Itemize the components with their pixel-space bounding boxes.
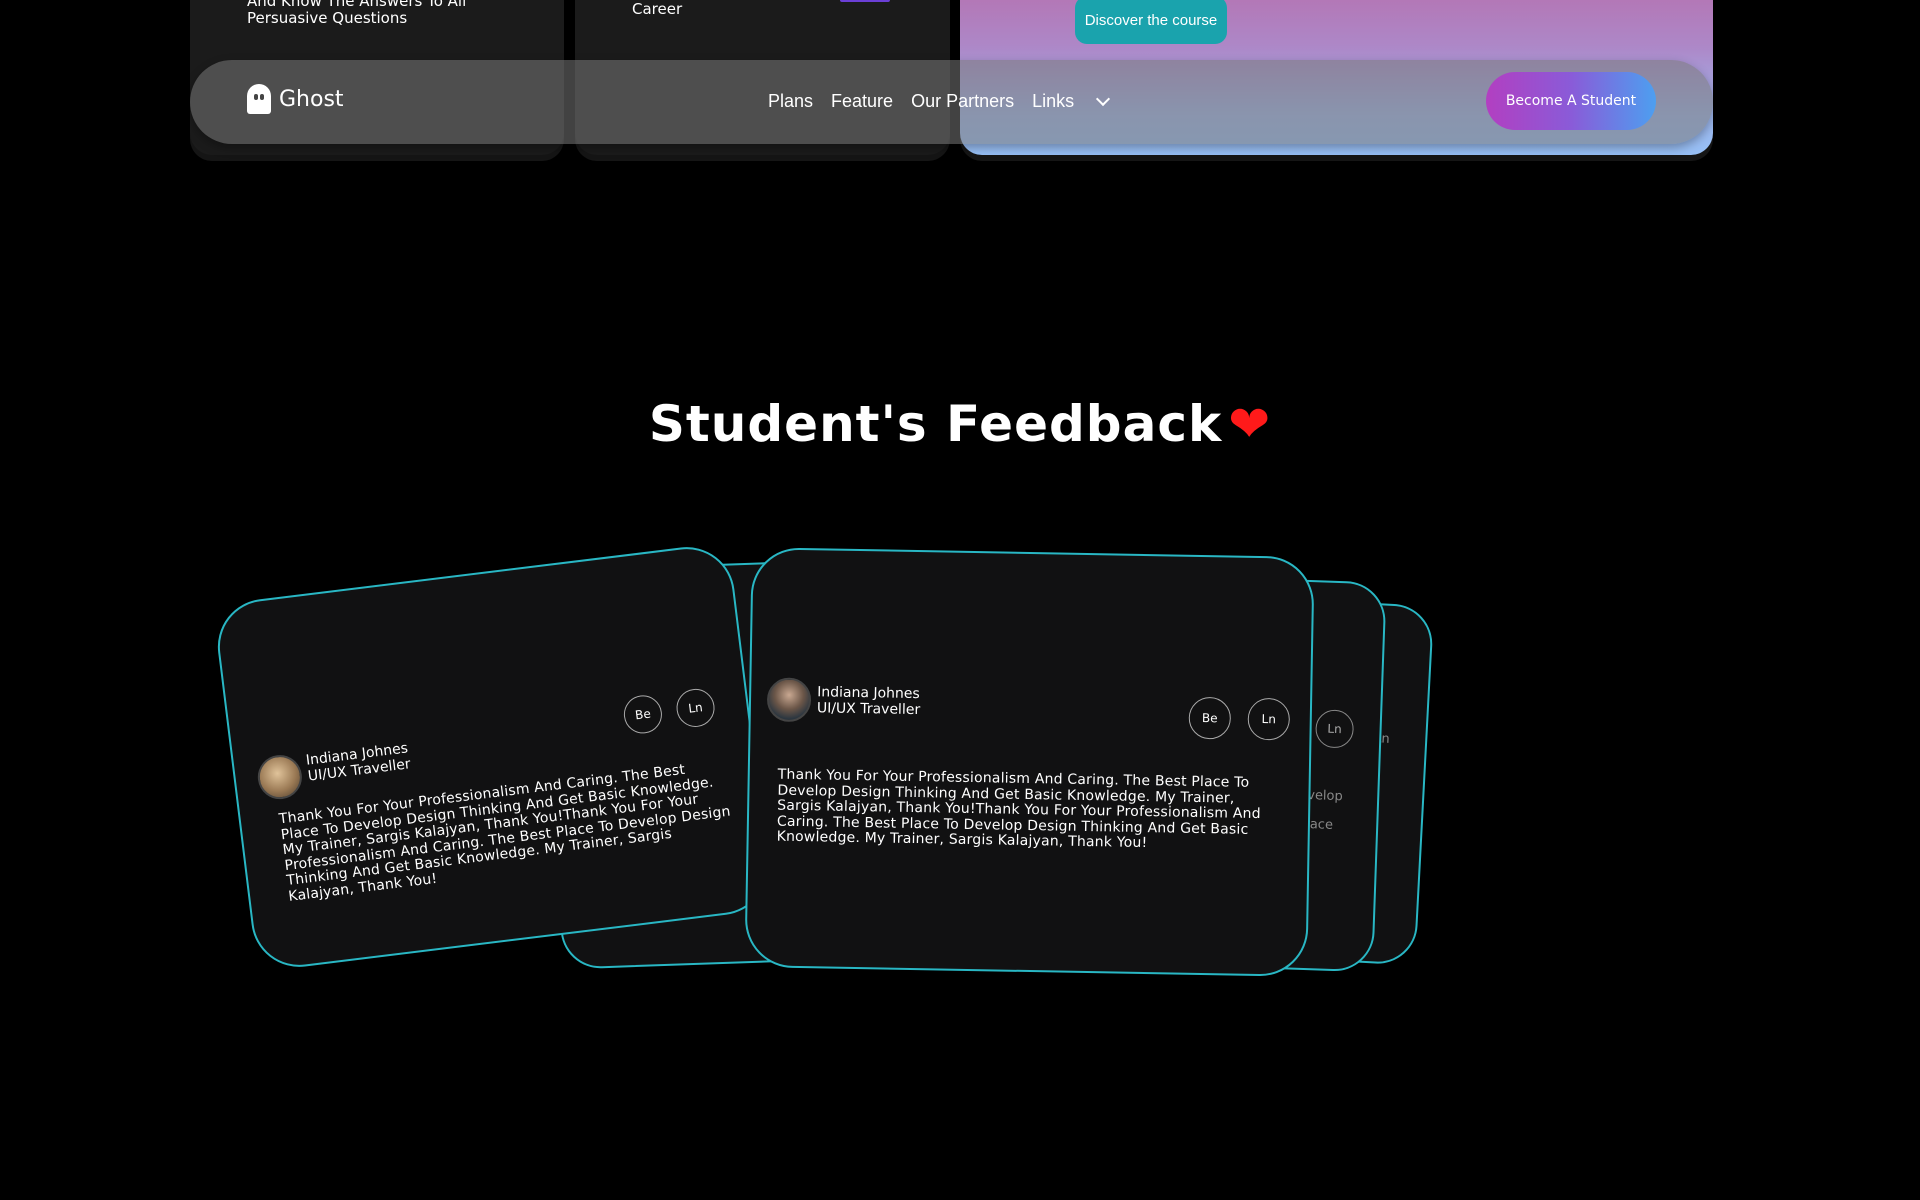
nav-link-feature[interactable]: Feature	[831, 91, 893, 112]
nav-link-our-partners[interactable]: Our Partners	[911, 91, 1014, 112]
heart-icon: ❤	[1228, 395, 1272, 453]
chevron-down-icon	[1096, 91, 1111, 107]
back-card-2-fragment-1: velop	[1306, 788, 1344, 805]
avatar	[766, 677, 812, 723]
navbar: Ghost Plans Feature Our Partners Links B…	[190, 60, 1713, 144]
feedback-message: Thank You For Your Professionalism And C…	[776, 766, 1261, 852]
feedback-card: Indiana Johnes UI/UX Traveller Be Ln Tha…	[212, 541, 774, 973]
discover-course-button[interactable]: Discover the course	[1075, 0, 1227, 44]
section-title-text: Student's Feedback	[648, 395, 1223, 453]
student-info: Indiana Johnes UI/UX Traveller	[305, 740, 411, 784]
linkedin-button[interactable]: Ln	[674, 686, 717, 730]
course-card-1-text: And Know The Answers To All Persuasive Q…	[247, 0, 467, 27]
ghost-icon	[247, 84, 271, 114]
section-title: Student's Feedback ❤	[0, 395, 1920, 453]
nav-link-links-dropdown[interactable]: Links	[1032, 91, 1111, 112]
linkedin-label: Ln	[1261, 712, 1277, 727]
feedback-card-active: Indiana Johnes UI/UX Traveller Be Ln Tha…	[744, 547, 1315, 977]
linkedin-label: Ln	[687, 700, 704, 716]
logo[interactable]: Ghost	[247, 84, 344, 114]
avatar	[255, 752, 305, 802]
behance-button[interactable]: Be	[1188, 696, 1232, 740]
back-card-2-ln-label: Ln	[1327, 721, 1342, 737]
become-student-button[interactable]: Become A Student	[1486, 72, 1656, 130]
back-card-2-fragment-2: lace	[1305, 816, 1334, 833]
linkedin-button[interactable]: Ln	[1247, 697, 1291, 741]
back-card-2-ln-button[interactable]: Ln	[1314, 709, 1355, 749]
behance-button[interactable]: Be	[621, 693, 665, 736]
student-name: Indiana Johnes	[817, 684, 920, 703]
nav-link-links-label: Links	[1032, 91, 1075, 111]
logo-text: Ghost	[279, 86, 344, 112]
behance-label: Be	[1201, 711, 1218, 726]
nav-links: Plans Feature Our Partners Links	[768, 91, 1126, 112]
course-card-2-text: Career	[632, 0, 683, 18]
student-role: UI/UX Traveller	[816, 700, 921, 719]
nav-link-plans[interactable]: Plans	[768, 91, 813, 112]
student-info: Indiana Johnes UI/UX Traveller	[817, 684, 921, 718]
behance-label: Be	[634, 706, 652, 723]
